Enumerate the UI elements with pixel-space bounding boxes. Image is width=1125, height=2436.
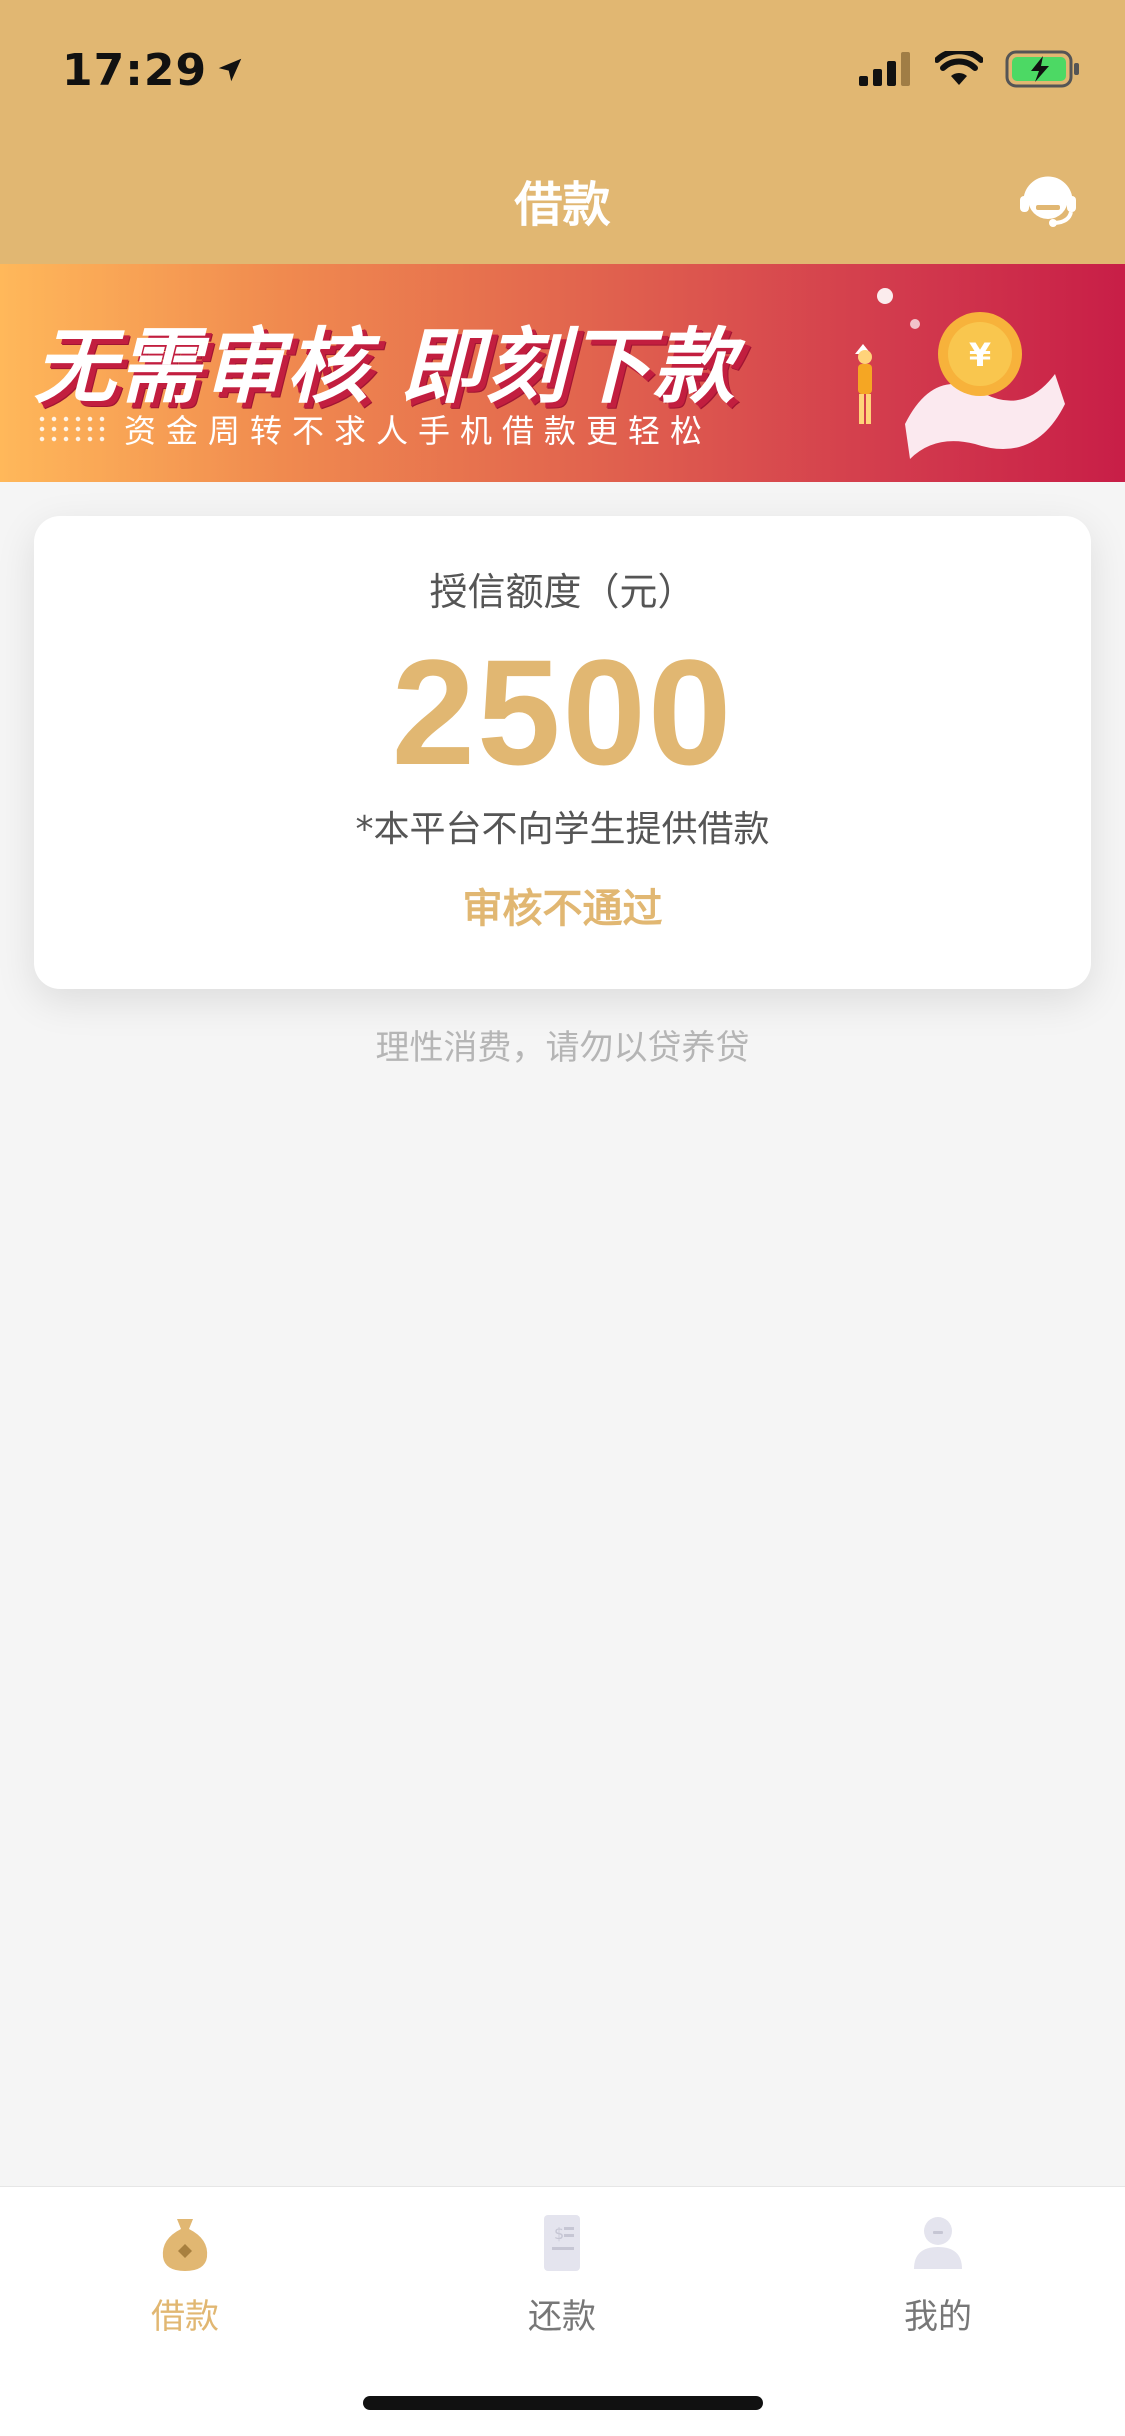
status-indicators bbox=[859, 48, 1081, 90]
wifi-icon bbox=[935, 51, 983, 85]
tab-mine-label: 我的 bbox=[904, 2297, 972, 2337]
home-indicator[interactable] bbox=[363, 2396, 763, 2410]
svg-text:$: $ bbox=[554, 2224, 564, 2243]
coin-illustration: ¥ bbox=[855, 288, 1065, 459]
user-icon bbox=[914, 2217, 962, 2269]
tab-mine[interactable]: 我的 bbox=[838, 2211, 1038, 2338]
tab-borrow-label: 借款 bbox=[151, 2297, 219, 2337]
location-arrow-icon bbox=[218, 58, 242, 82]
signal-icon bbox=[859, 52, 910, 86]
tab-repay[interactable]: $ 还款 bbox=[462, 2211, 662, 2338]
banner-subtext: 资金周转不求人手机借款更轻松 bbox=[124, 412, 713, 450]
banner-headline: 无需审核 即刻下款 bbox=[34, 320, 737, 415]
credit-limit-amount: 2500 bbox=[391, 628, 734, 796]
app-header: 17:29 借款 bbox=[0, 0, 1125, 264]
status-time: 17:29 bbox=[62, 40, 245, 100]
status-time-text: 17:29 bbox=[62, 44, 208, 96]
battery-charging-icon bbox=[1005, 50, 1079, 88]
bill-icon: $ bbox=[544, 2215, 580, 2271]
banner-dots-decoration bbox=[36, 414, 110, 444]
promo-banner[interactable]: 无需审核 即刻下款 资金周转不求人手机借款更轻松 ¥ bbox=[0, 264, 1125, 482]
money-bag-icon bbox=[162, 2219, 208, 2271]
student-notice: *本平台不向学生提供借款 bbox=[355, 809, 770, 850]
credit-limit-card: 授信额度（元） 2500 *本平台不向学生提供借款 审核不通过 bbox=[34, 516, 1091, 989]
tab-borrow[interactable]: 借款 bbox=[85, 2211, 285, 2338]
page-title: 借款 bbox=[514, 177, 611, 233]
headset-icon[interactable] bbox=[1017, 168, 1079, 230]
svg-text:¥: ¥ bbox=[969, 336, 991, 374]
tab-repay-label: 还款 bbox=[528, 2297, 596, 2337]
review-status[interactable]: 审核不通过 bbox=[34, 876, 1091, 934]
borrowing-tip: 理性消费，请勿以贷养贷 bbox=[375, 1028, 750, 1068]
credit-limit-label: 授信额度（元） bbox=[429, 570, 696, 614]
